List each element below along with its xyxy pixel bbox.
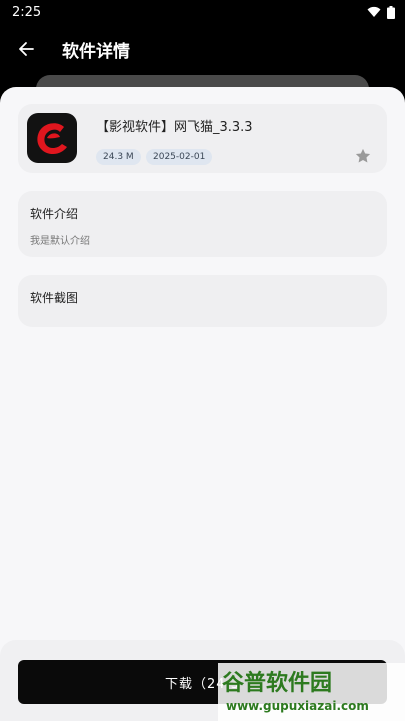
screenshots-title: 软件截图 [30, 291, 79, 305]
intro-card: 软件介绍 我是默认介绍 [18, 191, 387, 257]
watermark-brand: 谷普软件园 [222, 671, 333, 696]
page-title: 软件详情 [62, 41, 130, 62]
status-time: 2:25 [12, 4, 42, 20]
intro-title: 软件介绍 [30, 207, 79, 221]
arrow-left-icon [19, 42, 34, 56]
back-button[interactable] [0, 28, 52, 70]
detail-sheet: 【影视软件】网飞猫_3.3.3 24.3 M 2025-02-01 软件介绍 我… [0, 87, 405, 721]
wifi-icon [367, 6, 381, 17]
watermark-url: www.gupuxiazai.com [226, 699, 369, 713]
intro-text: 我是默认介绍 [30, 236, 90, 247]
screenshots-card: 软件截图 [18, 275, 387, 327]
date-badge: 2025-02-01 [146, 149, 213, 165]
size-badge: 24.3 M [96, 149, 141, 165]
app-name: 【影视软件】网飞猫_3.3.3 [96, 120, 253, 135]
app-logo-icon [37, 123, 67, 154]
status-icons [367, 5, 395, 19]
app-icon [27, 113, 77, 163]
app-info-card: 【影视软件】网飞猫_3.3.3 24.3 M 2025-02-01 [18, 104, 387, 173]
battery-icon [387, 5, 395, 19]
status-bar: 2:25 [0, 0, 405, 24]
app-bar: 软件详情 [0, 28, 405, 70]
star-icon[interactable] [354, 147, 372, 165]
watermark-logo: 谷普软件园 www.gupuxiazai.com [218, 663, 405, 721]
